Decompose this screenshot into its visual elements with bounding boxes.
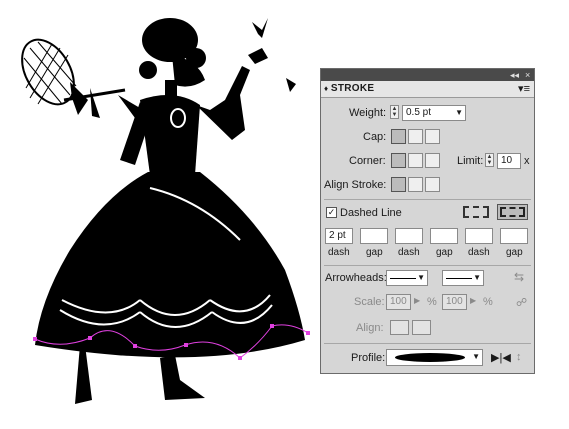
gap-2-input[interactable] xyxy=(430,228,458,244)
limit-unit: x xyxy=(524,155,530,167)
panel-menu-icon[interactable]: ▾≡ xyxy=(518,83,530,95)
anchor-point[interactable] xyxy=(238,356,242,360)
end-scale-unit: % xyxy=(483,296,493,308)
anchor-point[interactable] xyxy=(33,337,37,341)
panel-divider xyxy=(324,199,531,200)
silhouette-artwork xyxy=(21,18,305,404)
align-dashes-button[interactable] xyxy=(497,204,528,220)
end-scale-input[interactable]: 100 xyxy=(442,294,467,310)
flip-across-icon[interactable]: ↕ xyxy=(516,351,522,363)
weight-value: 0.5 pt xyxy=(406,107,432,118)
dash-2-input[interactable] xyxy=(395,228,423,244)
chevron-down-icon: ▼ xyxy=(472,352,480,361)
align-outside-button[interactable] xyxy=(425,177,440,192)
start-scale-input[interactable]: 100 xyxy=(386,294,411,310)
flip-along-icon[interactable]: ▶|◀ xyxy=(491,351,511,364)
anchor-point[interactable] xyxy=(133,344,137,348)
projecting-cap-button[interactable] xyxy=(425,129,440,144)
dash-1-input[interactable]: 2 pt xyxy=(325,228,353,244)
width-profile-icon xyxy=(395,353,465,362)
dash-2-label: dash xyxy=(398,247,420,258)
chevron-down-icon: ▼ xyxy=(455,108,463,117)
swap-arrowheads-icon[interactable]: ⇆ xyxy=(514,270,524,284)
start-arrowhead-dropdown[interactable]: ▼ xyxy=(386,270,428,286)
butt-cap-button[interactable] xyxy=(391,129,406,144)
round-cap-button[interactable] xyxy=(408,129,423,144)
gap-2-label: gap xyxy=(436,247,453,258)
limit-label: Limit: xyxy=(457,155,484,167)
align-label: Align: xyxy=(356,322,384,334)
link-scale-icon[interactable]: ☍ xyxy=(516,296,527,309)
gap-1-label: gap xyxy=(366,247,383,258)
start-scale-arrow-icon[interactable]: ▶ xyxy=(414,296,420,305)
profile-dropdown[interactable]: ▼ xyxy=(386,349,483,366)
miter-join-button[interactable] xyxy=(391,153,406,168)
preserve-dashes-button[interactable] xyxy=(463,206,489,218)
anchor-point[interactable] xyxy=(270,324,274,328)
anchor-point[interactable] xyxy=(306,331,310,335)
end-arrowhead-dropdown[interactable]: ▼ xyxy=(442,270,484,286)
gap-3-input[interactable] xyxy=(500,228,528,244)
weight-dropdown[interactable]: 0.5 pt ▼ xyxy=(402,105,466,121)
anchor-point[interactable] xyxy=(184,343,188,347)
panel-title-bar[interactable]: ◂◂ × xyxy=(321,69,534,81)
artboard-canvas[interactable] xyxy=(0,0,320,429)
align-inside-button[interactable] xyxy=(408,177,423,192)
scale-label: Scale: xyxy=(354,296,385,308)
chevron-down-icon: ▼ xyxy=(473,273,481,282)
stroke-panel: ◂◂ × ♦ STROKE ▾≡ Weight: ▲ ▼ 0.5 pt ▼ Cap… xyxy=(320,68,535,374)
start-scale-unit: % xyxy=(427,296,437,308)
round-join-button[interactable] xyxy=(408,153,423,168)
panel-tab-row: ♦ STROKE ▾≡ xyxy=(321,81,534,98)
limit-input[interactable]: 10 xyxy=(497,153,521,169)
gap-3-label: gap xyxy=(506,247,523,258)
bevel-join-button[interactable] xyxy=(425,153,440,168)
dashed-line-checkbox[interactable]: ✓ xyxy=(326,207,337,218)
limit-stepper[interactable]: ▲ ▼ xyxy=(485,153,494,167)
align-center-button[interactable] xyxy=(391,177,406,192)
align-stroke-label: Align Stroke: xyxy=(324,179,387,191)
line-preview-icon xyxy=(446,278,472,279)
arrowheads-label: Arrowheads: xyxy=(325,272,387,284)
line-preview-icon xyxy=(390,278,416,279)
gap-1-input[interactable] xyxy=(360,228,388,244)
end-scale-arrow-icon[interactable]: ▶ xyxy=(470,296,476,305)
corner-label: Corner: xyxy=(349,155,386,167)
dash-3-label: dash xyxy=(468,247,490,258)
weight-label: Weight: xyxy=(349,107,387,119)
extend-arrow-tip-button[interactable] xyxy=(390,320,409,335)
collapse-panel-button[interactable]: ◂◂ xyxy=(510,69,519,81)
tab-stroke[interactable]: ♦ STROKE xyxy=(324,81,374,97)
profile-label: Profile: xyxy=(351,352,386,364)
cap-label: Cap: xyxy=(363,131,387,143)
chevron-down-icon: ▼ xyxy=(417,273,425,282)
dashed-line-label: Dashed Line xyxy=(340,207,402,219)
dash-1-label: dash xyxy=(328,247,350,258)
dash-3-input[interactable] xyxy=(465,228,493,244)
place-arrow-tip-button[interactable] xyxy=(412,320,431,335)
weight-stepper[interactable]: ▲ ▼ xyxy=(390,105,399,119)
anchor-point[interactable] xyxy=(88,336,92,340)
close-panel-button[interactable]: × xyxy=(525,69,530,81)
panel-divider xyxy=(324,265,531,266)
panel-toggle-icon: ♦ xyxy=(324,84,331,93)
panel-divider xyxy=(324,343,531,344)
